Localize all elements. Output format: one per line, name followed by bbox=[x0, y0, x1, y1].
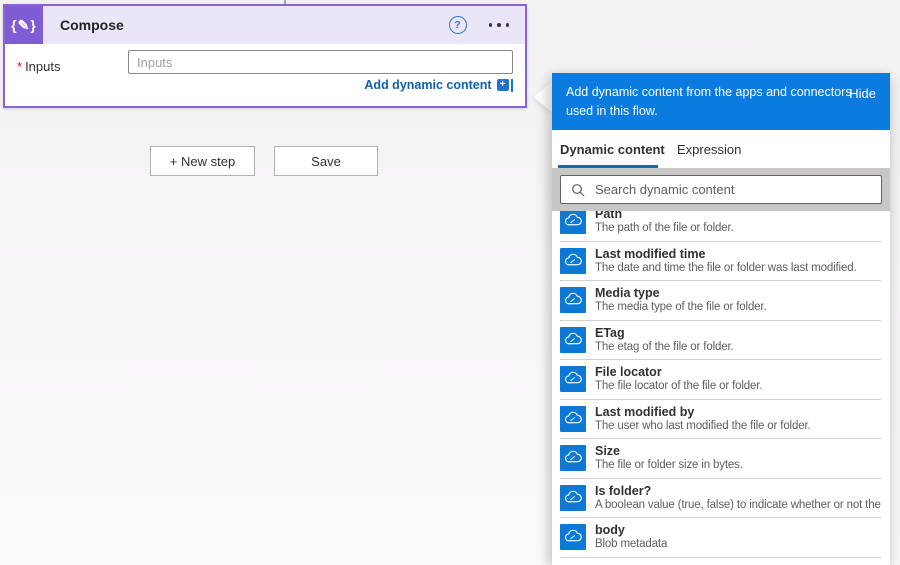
blob-connector-icon bbox=[560, 445, 586, 471]
blob-connector-icon bbox=[560, 406, 586, 432]
item-description: The etag of the file or folder. bbox=[595, 340, 882, 354]
item-title: ETag bbox=[595, 326, 882, 340]
item-title: Last modified time bbox=[595, 247, 882, 261]
dynamic-content-panel: Add dynamic content from the apps and co… bbox=[552, 73, 890, 565]
item-title: body bbox=[595, 523, 882, 537]
help-icon[interactable]: ? bbox=[449, 16, 467, 34]
item-description: The path of the file or folder. bbox=[595, 221, 882, 235]
item-description: The file locator of the file or folder. bbox=[595, 379, 882, 393]
list-item[interactable]: ETagThe etag of the file or folder. bbox=[552, 321, 890, 361]
blob-connector-icon bbox=[560, 248, 586, 274]
item-description: The file or folder size in bytes. bbox=[595, 458, 882, 472]
blob-connector-icon bbox=[560, 366, 586, 392]
list-item[interactable]: bodyBlob metadata bbox=[552, 518, 890, 558]
item-description: The media type of the file or folder. bbox=[595, 300, 882, 314]
item-title: File locator bbox=[595, 365, 882, 379]
blob-cloud-icon bbox=[563, 330, 583, 350]
required-asterisk: * bbox=[17, 59, 22, 74]
item-title: Size bbox=[595, 444, 882, 458]
blob-cloud-icon bbox=[563, 527, 583, 547]
save-button[interactable]: Save bbox=[274, 146, 378, 176]
search-box bbox=[560, 175, 882, 204]
compose-action-card: {✎} Compose ? *Inputs Add dynamic conten… bbox=[3, 4, 527, 108]
blob-connector-icon bbox=[560, 287, 586, 313]
item-title: Media type bbox=[595, 286, 882, 300]
blob-connector-icon bbox=[560, 208, 586, 234]
search-input[interactable] bbox=[593, 175, 881, 204]
list-item[interactable]: Last modified byThe user who last modifi… bbox=[552, 400, 890, 440]
blob-connector-icon bbox=[560, 524, 586, 550]
compose-icon: {✎} bbox=[5, 6, 43, 44]
panel-tabs: Dynamic content Expression bbox=[552, 130, 890, 168]
list-item[interactable]: SizeThe file or folder size in bytes. bbox=[552, 439, 890, 479]
new-step-button[interactable]: + New step bbox=[150, 146, 255, 176]
flow-designer-canvas: {✎} Compose ? *Inputs Add dynamic conten… bbox=[0, 0, 900, 565]
list-item[interactable]: Is folder?A boolean value (true, false) … bbox=[552, 479, 890, 519]
list-item[interactable]: Media typeThe media type of the file or … bbox=[552, 281, 890, 321]
blob-cloud-icon bbox=[563, 251, 583, 271]
add-dynamic-content-link[interactable]: Add dynamic content + bbox=[364, 78, 513, 92]
blob-connector-icon bbox=[560, 485, 586, 511]
compose-card-header[interactable]: {✎} Compose ? bbox=[5, 6, 525, 44]
more-options-icon[interactable] bbox=[487, 19, 512, 31]
panel-banner: Add dynamic content from the apps and co… bbox=[552, 73, 890, 130]
item-description: A boolean value (true, false) to indicat… bbox=[595, 498, 882, 512]
compose-card-title: Compose bbox=[60, 17, 124, 33]
blob-cloud-icon bbox=[563, 448, 583, 468]
inputs-label: *Inputs bbox=[17, 59, 60, 74]
list-item[interactable]: File locatorThe file locator of the file… bbox=[552, 360, 890, 400]
item-description: Blob metadata bbox=[595, 537, 882, 551]
banner-text: Add dynamic content from the apps and co… bbox=[566, 83, 856, 121]
blob-cloud-icon bbox=[563, 409, 583, 429]
dynamic-content-list: PathThe path of the file or folder.Last … bbox=[552, 202, 890, 558]
blob-connector-icon bbox=[560, 327, 586, 353]
blob-cloud-icon bbox=[563, 211, 583, 231]
item-description: The date and time the file or folder was… bbox=[595, 261, 882, 275]
compose-card-body: *Inputs Add dynamic content + bbox=[5, 44, 525, 106]
item-description: The user who last modified the file or f… bbox=[595, 419, 882, 433]
item-title: Is folder? bbox=[595, 484, 882, 498]
blob-cloud-icon bbox=[563, 369, 583, 389]
search-strip bbox=[552, 168, 890, 211]
blob-cloud-icon bbox=[563, 488, 583, 508]
search-icon bbox=[571, 183, 585, 197]
tab-dynamic-content[interactable]: Dynamic content bbox=[560, 130, 665, 168]
blob-cloud-icon bbox=[563, 290, 583, 310]
flyout-beak bbox=[533, 82, 552, 112]
add-dynamic-content-icon: + bbox=[497, 79, 514, 92]
list-item[interactable]: Last modified timeThe date and time the … bbox=[552, 242, 890, 282]
inputs-field[interactable] bbox=[128, 50, 513, 74]
item-title: Last modified by bbox=[595, 405, 882, 419]
hide-button[interactable]: Hide bbox=[849, 86, 876, 101]
tab-expression[interactable]: Expression bbox=[677, 130, 741, 168]
